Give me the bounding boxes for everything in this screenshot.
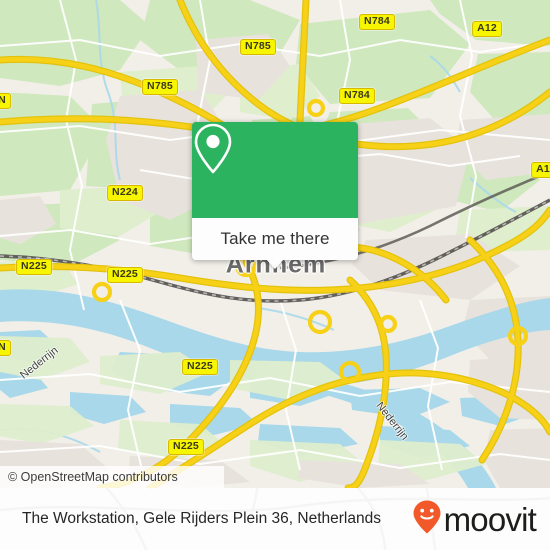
road-shield: N785 <box>240 39 276 55</box>
road-shield: N784 <box>359 14 395 30</box>
take-me-there-label: Take me there <box>220 229 330 248</box>
card-action-area[interactable]: Take me there <box>192 218 358 269</box>
road-shield: N225 <box>16 259 52 275</box>
moovit-wordmark: moovit <box>443 500 537 538</box>
road-shield: N <box>0 93 11 109</box>
map-canvas[interactable]: N784 A12 N785 N785 N784 N224 A12 N225 N2… <box>0 0 550 488</box>
road-shield: A12 <box>472 21 502 37</box>
address-text: The Workstation, Gele Rijders Plein 36, … <box>22 510 381 527</box>
moovit-logo[interactable]: moovit <box>412 499 537 540</box>
road-shield: N225 <box>182 359 218 375</box>
road-shield: N785 <box>142 79 178 95</box>
road-shield: N784 <box>339 88 375 104</box>
osm-attribution-text: © OpenStreetMap contributors <box>8 470 178 484</box>
card-pointer-tail <box>266 259 284 269</box>
footer-bar: The Workstation, Gele Rijders Plein 36, … <box>0 488 550 550</box>
osm-attribution[interactable]: © OpenStreetMap contributors <box>0 466 224 488</box>
take-me-there-card[interactable]: Take me there <box>192 122 358 269</box>
moovit-map-screenshot: N784 A12 N785 N785 N784 N224 A12 N225 N2… <box>0 0 550 550</box>
road-shield: N225 <box>107 267 143 283</box>
road-shield: N <box>0 340 11 356</box>
moovit-pin-smiley-icon <box>412 499 442 540</box>
card-icon-area <box>192 122 358 218</box>
road-shield: A12 <box>531 162 550 178</box>
road-shield: N225 <box>168 439 204 455</box>
road-shield: N224 <box>107 185 143 201</box>
